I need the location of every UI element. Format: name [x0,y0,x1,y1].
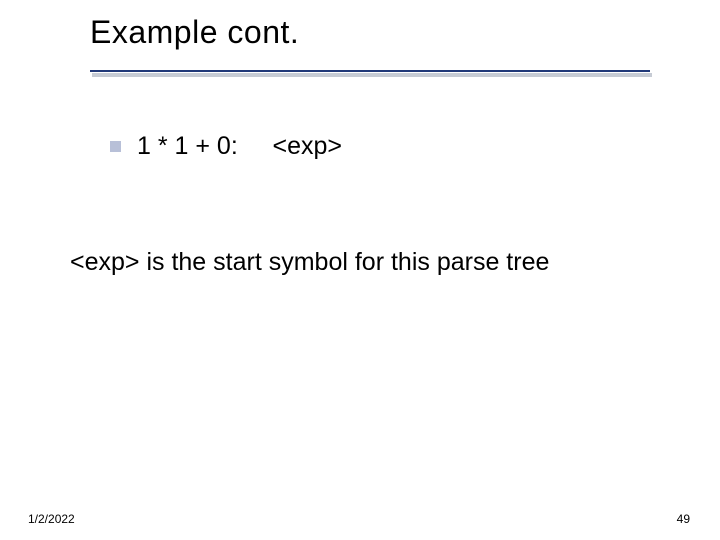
footer-date: 1/2/2022 [28,512,75,526]
body-text: <exp> is the start symbol for this parse… [70,248,549,277]
footer-page-number: 49 [677,512,690,526]
title-block: Example cont. [90,14,299,51]
expression-text: 1 * 1 + 0: [137,132,238,160]
exp-symbol: <exp> [273,132,343,160]
bullet-text: 1 * 1 + 0: <exp> [137,132,342,161]
square-bullet-icon [110,141,121,152]
bullet-item: 1 * 1 + 0: <exp> [110,132,342,161]
title-underline [90,70,650,72]
slide-title: Example cont. [90,14,299,51]
slide: Example cont. 1 * 1 + 0: <exp> <exp> is … [0,0,720,540]
title-underline-shadow [92,73,652,77]
